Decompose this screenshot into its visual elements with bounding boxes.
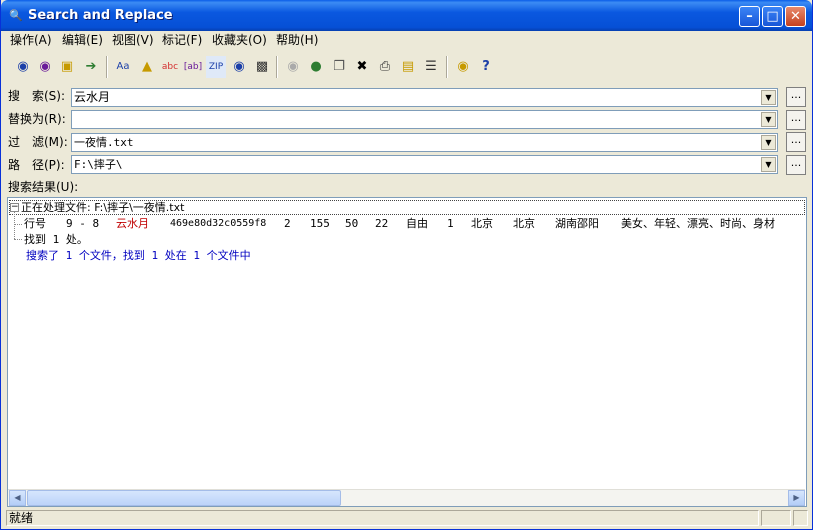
row-match: 云水月 — [116, 217, 149, 230]
find-in-files-icon[interactable]: ▩ — [252, 56, 272, 78]
scroll-left-icon[interactable]: ◀ — [9, 490, 26, 506]
toolbar-separator — [106, 56, 108, 78]
search-value: 云水月 — [74, 90, 111, 104]
summary-line: 搜索了 1 个文件，找到 1 处在 1 个文件中 — [26, 249, 251, 262]
main-window: 🔍 Search and Replace – □ ✕ 操作(A) 编辑(E) 视… — [0, 0, 813, 530]
scroll-thumb[interactable] — [27, 490, 341, 506]
path-dropdown-icon[interactable]: ▼ — [761, 157, 776, 172]
size-grip-icon[interactable] — [793, 510, 808, 526]
row-col: 北京 — [471, 217, 493, 230]
replace-dropdown-icon[interactable]: ▼ — [761, 112, 776, 127]
row-hash: 469e80d32c0559f8 — [170, 218, 267, 229]
search-browse-button[interactable]: ... — [786, 87, 806, 107]
replace-icon[interactable]: ▲ — [137, 56, 157, 78]
menu-help[interactable]: 帮助(H) — [274, 32, 320, 48]
find-next-icon[interactable]: ◉ — [35, 56, 55, 78]
scroll-right-icon[interactable]: ▶ — [788, 490, 805, 506]
open-folder-icon[interactable]: ▣ — [57, 56, 77, 78]
filter-value: 一夜情.txt — [74, 136, 134, 149]
menu-edit[interactable]: 编辑(E) — [60, 32, 105, 48]
path-label: 路 径(P): — [8, 158, 65, 172]
toolbar-separator — [276, 56, 278, 78]
path-input[interactable]: F:\摔子\ ▼ — [71, 155, 778, 174]
close-button[interactable]: ✕ — [785, 6, 806, 27]
row-col: 美女、年轻、漂亮、时尚、身材 — [621, 217, 775, 230]
path-value: F:\摔子\ — [74, 158, 123, 171]
results-label: 搜索结果(U): — [8, 180, 79, 194]
status-panel — [761, 510, 791, 526]
find-icon[interactable]: ◉ — [13, 56, 33, 78]
path-browse-button[interactable]: ... — [786, 155, 806, 175]
replace-ab-icon[interactable]: [ab] — [183, 56, 203, 78]
toolbar-separator — [446, 56, 448, 78]
move-icon[interactable]: ➔ — [81, 56, 101, 78]
row-col: 北京 — [513, 217, 535, 230]
row-col: 155 — [310, 217, 330, 230]
collapse-icon[interactable]: − — [10, 203, 19, 212]
search-dropdown-icon[interactable]: ▼ — [761, 90, 776, 105]
filter-input[interactable]: 一夜情.txt ▼ — [71, 133, 778, 152]
print-icon[interactable]: ⎙ — [375, 56, 395, 78]
search-zip-icon[interactable]: ZIP — [206, 56, 226, 78]
app-icon: 🔍 — [9, 9, 23, 22]
row-prefix: 行号 — [24, 217, 46, 230]
menu-operate[interactable]: 操作(A) — [8, 32, 54, 48]
status-text: 就绪 — [6, 510, 759, 526]
row-col: 湖南邵阳 — [555, 217, 599, 230]
filter-browse-button[interactable]: ... — [786, 132, 806, 152]
delete-icon[interactable]: ✖ — [352, 56, 372, 78]
disabled-tool-icon: ◉ — [287, 59, 299, 74]
binoculars-icon[interactable]: ◉ — [229, 56, 249, 78]
menu-mark[interactable]: 标记(F) — [160, 32, 204, 48]
menu-view[interactable]: 视图(V) — [110, 32, 156, 48]
filter-label: 过 滤(M): — [8, 135, 68, 149]
copy-icon[interactable]: ❐ — [329, 56, 349, 78]
horizontal-scrollbar[interactable]: ◀ ▶ — [8, 489, 805, 506]
internet-icon[interactable]: ● — [306, 56, 326, 78]
title-bar[interactable]: 🔍 Search and Replace – □ ✕ — [1, 0, 812, 31]
window-title: Search and Replace — [28, 8, 173, 23]
filter-dropdown-icon[interactable]: ▼ — [761, 135, 776, 150]
options-icon[interactable]: ☰ — [421, 56, 441, 78]
result-row[interactable]: 行号 9 - 8 云水月 469e80d32c0559f8 2 155 50 2… — [8, 216, 806, 232]
row-col: 50 — [345, 217, 359, 230]
search-input[interactable]: 云水月 ▼ — [71, 88, 778, 107]
status-bar: 就绪 — [5, 508, 810, 528]
help-icon[interactable]: ? — [476, 56, 496, 78]
replace-abc-icon[interactable]: abc — [160, 56, 180, 78]
row-col: 1 — [447, 217, 454, 230]
notepad-icon[interactable]: ▤ — [398, 56, 418, 78]
results-pane[interactable]: − 正在处理文件: F:\摔子\一夜情.txt 行号 9 - 8 云水月 469… — [7, 197, 807, 507]
menu-favorites[interactable]: 收藏夹(O) — [210, 32, 269, 48]
row-col: 2 — [284, 217, 291, 230]
replace-label: 替换为(R): — [8, 112, 66, 126]
search-label: 搜 索(S): — [8, 89, 66, 103]
processing-text: 正在处理文件: F:\摔子\一夜情.txt — [21, 201, 185, 214]
tree-line — [14, 239, 22, 240]
menu-bar: 操作(A) 编辑(E) 视图(V) 标记(F) 收藏夹(O) 帮助(H) — [5, 31, 810, 49]
tip-icon[interactable]: ◉ — [453, 56, 473, 78]
row-col: 22 — [375, 217, 389, 230]
found-line: 找到 1 处。 — [24, 233, 88, 246]
row-line-numbers: 9 - 8 — [66, 217, 100, 230]
row-col: 自由 — [406, 217, 428, 230]
replace-browse-button[interactable]: ... — [786, 110, 806, 130]
toolbar: ◉ ◉ ▣ ➔ Aa ▲ abc [ab] ZIP ◉ ▩ ◉ ● ❐ ✖ ⎙ … — [5, 52, 810, 82]
processing-line: 正在处理文件: F:\摔子\一夜情.txt — [21, 200, 184, 216]
replace-case-icon[interactable]: Aa — [113, 56, 133, 78]
maximize-button[interactable]: □ — [762, 6, 783, 27]
replace-input[interactable]: ▼ — [71, 110, 778, 129]
minimize-button[interactable]: – — [739, 6, 760, 27]
